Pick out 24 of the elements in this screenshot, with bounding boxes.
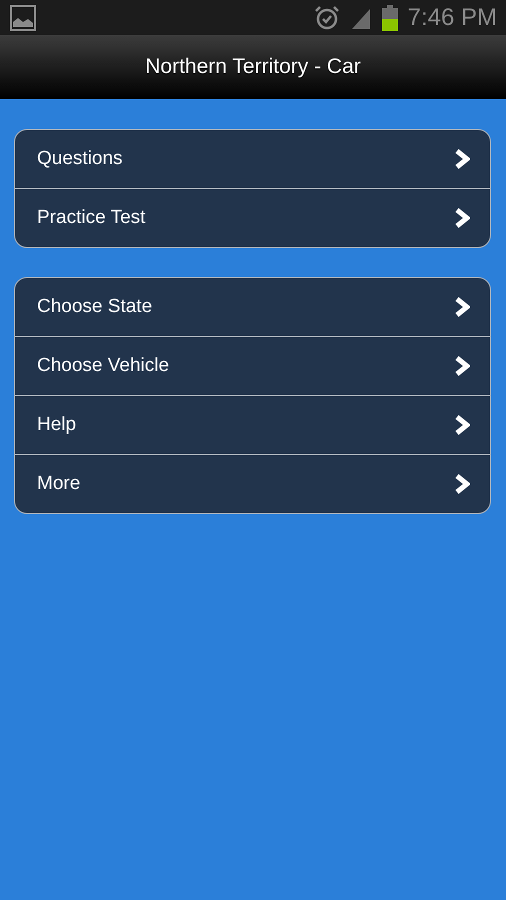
- menu-item-label: Choose State: [37, 296, 152, 318]
- chevron-right-icon: [454, 415, 470, 435]
- menu-item-label: Choose Vehicle: [37, 355, 170, 377]
- chevron-right-icon: [454, 208, 470, 228]
- menu-item[interactable]: Choose Vehicle: [15, 336, 490, 395]
- menu-item[interactable]: Practice Test: [15, 188, 490, 247]
- chevron-right-icon: [454, 149, 470, 169]
- chevron-right-icon: [454, 474, 470, 494]
- chevron-right-icon: [454, 356, 470, 376]
- menu-item[interactable]: Questions: [15, 130, 490, 188]
- alarm-icon: [314, 4, 340, 30]
- menu-item[interactable]: Help: [15, 395, 490, 454]
- screen-title: Northern Territory - Car: [145, 54, 361, 78]
- menu-item-label: Help: [37, 414, 76, 436]
- status-time: 7:46 PM: [408, 4, 497, 32]
- picture-notification-icon: [10, 4, 36, 30]
- menu-item[interactable]: Choose State: [15, 278, 490, 336]
- signal-icon: [350, 6, 372, 28]
- chevron-right-icon: [454, 297, 470, 317]
- menu-item-label: Practice Test: [37, 207, 146, 229]
- menu-item-label: Questions: [37, 148, 123, 170]
- menu-item-label: More: [37, 473, 80, 495]
- battery-icon: [382, 4, 398, 30]
- menu-item[interactable]: More: [15, 454, 490, 513]
